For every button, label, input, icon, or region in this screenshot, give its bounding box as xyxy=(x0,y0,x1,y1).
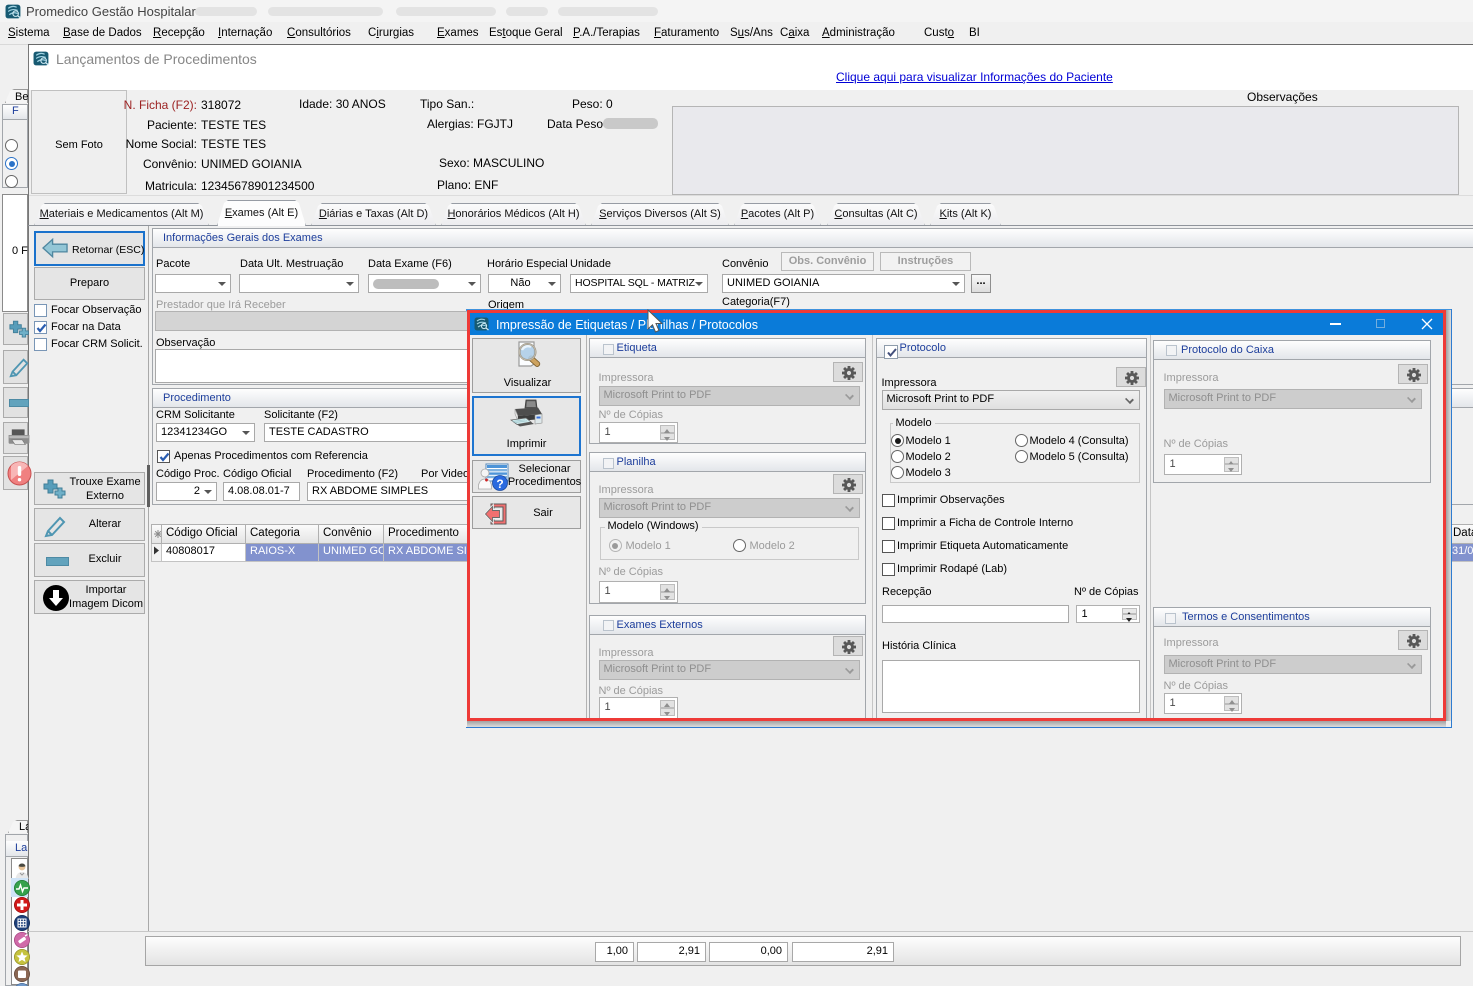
svg-text:?: ? xyxy=(496,477,503,491)
